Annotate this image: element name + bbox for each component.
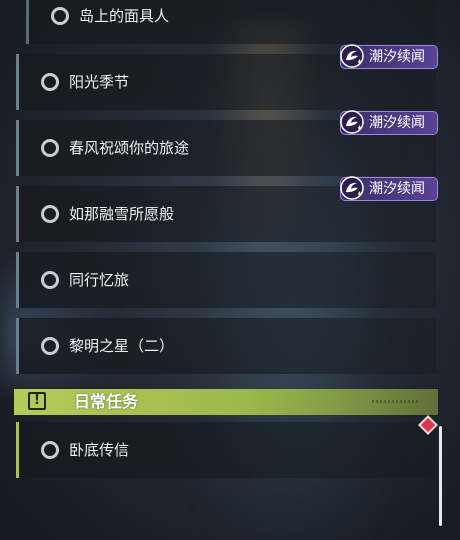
quest-list: 岛上的面具人 阳光季节 潮汐续闻 春风祝颂你的旅途 潮汐续闻 如那融雪所愿般 潮… [0, 0, 460, 540]
quest-label: 岛上的面具人 [79, 7, 170, 25]
section-title: 日常任务 [74, 392, 139, 411]
quest-status-circle-icon [41, 73, 59, 91]
quest-item[interactable]: 岛上的面具人 [26, 0, 436, 44]
quest-status-circle-icon [41, 139, 59, 157]
quest-label: 阳光季节 [69, 73, 130, 91]
quest-status-circle-icon [41, 441, 59, 459]
event-badge: 潮汐续闻 [340, 44, 438, 69]
daily-quest-item[interactable]: 卧底传信 [16, 422, 436, 478]
quest-status-circle-icon [41, 271, 59, 289]
quest-item[interactable]: 同行忆旅 [16, 252, 436, 308]
quest-status-circle-icon [41, 205, 59, 223]
quest-label: 春风祝颂你的旅途 [69, 139, 190, 157]
event-badge-label: 潮汐续闻 [369, 115, 425, 131]
exclamation-box-icon: ! [28, 392, 46, 410]
tide-swirl-icon [340, 176, 364, 200]
scrollbar[interactable] [439, 426, 442, 526]
event-badge-label: 潮汐续闻 [369, 49, 425, 65]
quest-label: 同行忆旅 [69, 271, 130, 289]
quest-status-circle-icon [41, 337, 59, 355]
quest-status-circle-icon [51, 7, 69, 25]
daily-quests-header[interactable]: ! 日常任务 [14, 389, 438, 415]
quest-label: 卧底传信 [69, 441, 130, 459]
event-badge: 潮汐续闻 [340, 110, 438, 135]
event-badge-label: 潮汐续闻 [369, 181, 425, 197]
quest-label: 黎明之星（二） [69, 337, 175, 355]
tide-swirl-icon [340, 110, 364, 134]
header-decoration [372, 400, 420, 403]
quest-item[interactable]: 黎明之星（二） [16, 318, 436, 374]
tide-swirl-icon [340, 44, 364, 68]
quest-label: 如那融雪所愿般 [69, 205, 175, 223]
event-badge: 潮汐续闻 [340, 176, 438, 201]
